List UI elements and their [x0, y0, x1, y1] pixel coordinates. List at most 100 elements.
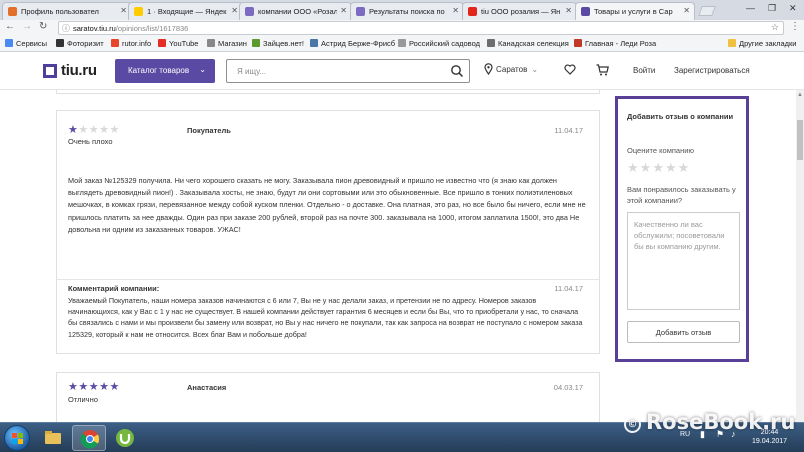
new-tab-button[interactable] [698, 6, 716, 16]
bookmark-item[interactable]: Фоторизит [56, 39, 104, 48]
page-info-icon[interactable]: ⓘ [62, 23, 70, 34]
browser-tab[interactable]: 1 · Входящие — Яндек ✕ [128, 2, 243, 20]
logo-square-icon [43, 64, 57, 78]
login-link[interactable]: Войти [633, 66, 655, 75]
favorites-heart-icon[interactable] [564, 64, 576, 75]
browser-tab-strip: Профиль пользовател ✕ 1 · Входящие — Янд… [0, 0, 804, 20]
star-filled-icon: ★ [109, 381, 120, 393]
review-author: Покупатель [187, 126, 231, 135]
rating-label: Отлично [68, 395, 98, 404]
tab-title: tiu ООО розалия — Ян [481, 7, 561, 16]
search-icon[interactable] [450, 64, 464, 78]
bookmark-favicon-icon [252, 39, 260, 47]
tab-favicon-icon [468, 7, 477, 16]
bookmark-favicon-icon [398, 39, 406, 47]
tab-title: Товары и услуги в Сар [594, 7, 673, 16]
clock-date: 19.04.2017 [752, 438, 788, 445]
bookmark-item[interactable]: Российский садовод [398, 39, 480, 48]
youtube-icon [158, 39, 166, 47]
chevron-down-icon: ⌄ [199, 65, 206, 74]
browser-toolbar: ← → ↻ ⓘ saratov.tiu.ru/opinions/list/161… [0, 20, 804, 36]
star-filled-icon: ★ [68, 381, 79, 393]
cart-icon[interactable] [596, 64, 609, 76]
tab-title: Результаты поиска по [369, 7, 445, 16]
close-tab-icon[interactable]: ✕ [565, 6, 572, 15]
star-empty-icon[interactable]: ★ [640, 160, 653, 175]
address-bar[interactable]: ⓘ saratov.tiu.ru/opinions/list/1617836 ☆ [58, 21, 784, 35]
star-empty-icon[interactable]: ★ [665, 160, 678, 175]
bookmark-item[interactable]: YouTube [158, 39, 198, 48]
search-box [226, 59, 470, 83]
bookmark-item[interactable]: Магазин [207, 39, 247, 48]
bookmark-favicon-icon [111, 39, 119, 47]
bookmark-item[interactable]: Сервисы [5, 39, 47, 48]
bookmark-item[interactable]: Астрид Берже-Фрисб [310, 39, 395, 48]
bookmark-item[interactable]: Канадская селекция [487, 39, 569, 48]
close-tab-icon[interactable]: ✕ [340, 6, 347, 15]
catalog-button[interactable]: Каталог товаров ⌄ [115, 59, 215, 83]
url-host: saratov.tiu.ru [73, 24, 116, 33]
rate-stars-input[interactable]: ★★★★★ [627, 160, 690, 176]
close-window-icon[interactable]: ✕ [789, 3, 797, 14]
url-path: /opinions/list/1617836 [115, 24, 189, 33]
restore-icon[interactable]: ❐ [768, 3, 776, 14]
close-tab-icon[interactable]: ✕ [231, 6, 238, 15]
scroll-up-arrow-icon[interactable]: ▲ [797, 92, 803, 98]
taskbar-utorrent[interactable] [108, 425, 142, 451]
add-review-button[interactable]: Добавить отзыв [627, 321, 740, 343]
search-input[interactable] [237, 61, 447, 81]
star-filled-icon: ★ [99, 381, 110, 393]
forward-arrow-icon[interactable]: → [22, 21, 32, 32]
star-empty-icon[interactable]: ★ [652, 160, 665, 175]
close-tab-icon[interactable]: ✕ [683, 6, 690, 15]
tab-favicon-icon [8, 7, 17, 16]
tab-favicon-icon [581, 7, 590, 16]
folder-icon [45, 431, 61, 444]
folder-icon [728, 39, 736, 47]
browser-tab[interactable]: компании ООО «Розал ✕ [239, 2, 352, 20]
browser-tab[interactable]: Результаты поиска по ✕ [350, 2, 464, 20]
review-date: 04.03.17 [553, 383, 583, 392]
scrollbar-thumb[interactable] [797, 120, 803, 160]
bookmark-favicon-icon [487, 39, 495, 47]
location-pin-icon [484, 63, 493, 75]
tab-favicon-icon [356, 7, 365, 16]
taskbar-explorer[interactable] [36, 425, 70, 451]
star-empty-icon[interactable]: ★ [627, 160, 640, 175]
watermark: © RoseBook.ru [624, 410, 795, 434]
register-link[interactable]: Зарегистрироваться [674, 66, 750, 75]
add-review-title: Добавить отзыв о компании [627, 112, 734, 121]
browser-menu-icon[interactable]: ⋮ [790, 21, 800, 32]
browser-tab-active[interactable]: Товары и услуги в Сар ✕ [575, 2, 695, 20]
bookmark-item[interactable]: Зайцев.нет! [252, 39, 304, 48]
reload-icon[interactable]: ↻ [39, 21, 47, 32]
browser-tab[interactable]: Профиль пользовател ✕ [2, 2, 132, 20]
windows-logo-icon [12, 433, 23, 444]
chrome-icon [80, 430, 100, 449]
back-arrow-icon[interactable]: ← [5, 21, 15, 32]
review-rating-stars: ★★★★★ [68, 125, 120, 136]
review-author: Анастасия [187, 383, 227, 392]
close-tab-icon[interactable]: ✕ [452, 6, 459, 15]
other-bookmarks[interactable]: Другие закладки [728, 39, 796, 48]
review-rating-stars: ★★★★★ [68, 382, 120, 393]
bookmark-star-icon[interactable]: ☆ [771, 22, 779, 33]
start-button[interactable] [4, 425, 30, 451]
taskbar-chrome[interactable] [72, 425, 106, 451]
bookmark-item[interactable]: Главная - Леди Роза [574, 39, 656, 48]
browser-tab[interactable]: tiu ООО розалия — Ян ✕ [462, 2, 577, 20]
minimize-icon[interactable]: — [746, 3, 755, 13]
star-empty-icon[interactable]: ★ [678, 160, 691, 175]
city-selector[interactable]: Саратов ⌄ [484, 63, 538, 75]
bookmark-item[interactable]: rutor.info [111, 39, 151, 48]
review-textarea[interactable] [627, 212, 740, 310]
close-tab-icon[interactable]: ✕ [120, 6, 127, 15]
company-reply-text: Уважаемый Покупатель, наши номера заказо… [68, 296, 583, 339]
copyright-icon: © [624, 416, 641, 433]
page-scrollbar[interactable]: ▲ [796, 90, 804, 422]
star-empty-icon: ★ [99, 124, 110, 136]
tab-title: 1 · Входящие — Яндек [147, 7, 227, 16]
previous-card-edge [56, 90, 600, 94]
star-empty-icon: ★ [109, 124, 120, 136]
bookmark-favicon-icon [574, 39, 582, 47]
